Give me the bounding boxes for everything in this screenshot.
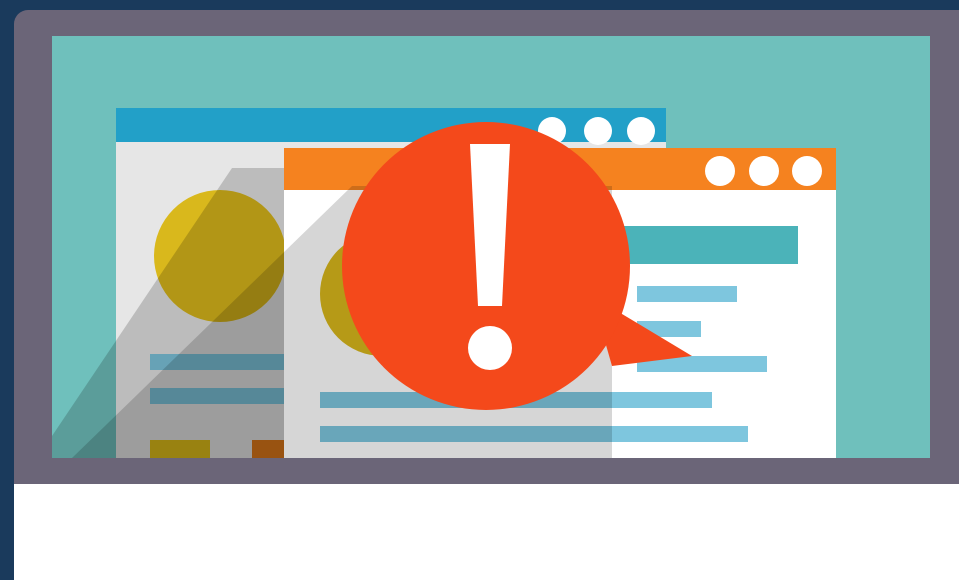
exclamation-dot bbox=[468, 326, 512, 370]
front-window-text-line bbox=[637, 286, 737, 302]
error-alert-illustration bbox=[52, 108, 836, 458]
front-window-heading-bar bbox=[612, 226, 798, 264]
back-window-titlebar bbox=[116, 108, 666, 142]
monitor-base bbox=[14, 484, 959, 580]
front-window-dot bbox=[705, 156, 735, 186]
front-window-dot bbox=[792, 156, 822, 186]
monitor-frame bbox=[14, 10, 959, 580]
illustration-canvas bbox=[0, 0, 959, 580]
front-window-dot bbox=[749, 156, 779, 186]
back-window-dot bbox=[627, 117, 655, 145]
monitor-screen bbox=[52, 36, 930, 458]
back-window-dot bbox=[584, 117, 612, 145]
